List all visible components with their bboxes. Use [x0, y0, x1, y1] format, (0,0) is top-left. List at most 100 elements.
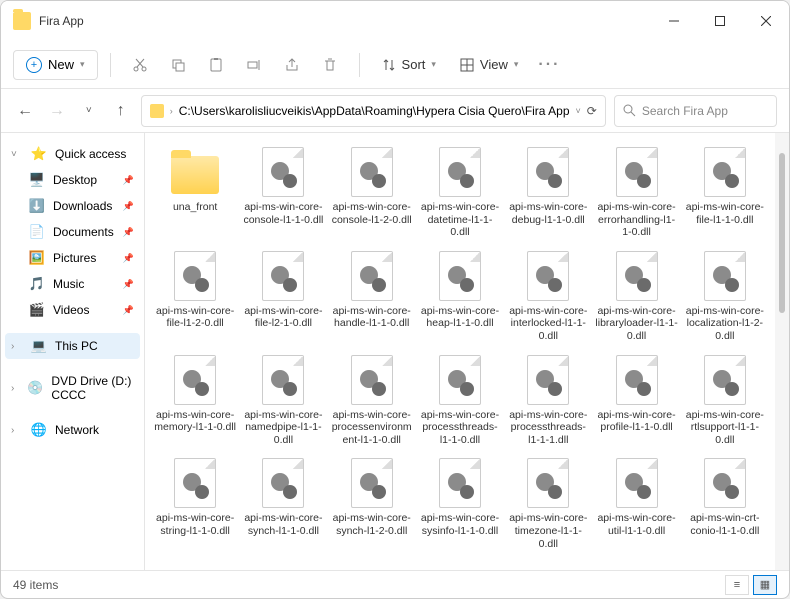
- file-item[interactable]: api-ms-win-core-rtlsupport-l1-1-0.dll: [683, 349, 767, 451]
- file-item[interactable]: api-ms-win-core-profile-l1-1-0.dll: [594, 349, 678, 451]
- sidebar-item-label: Network: [55, 423, 99, 437]
- sidebar-item-this-pc[interactable]: ›💻This PC: [5, 333, 140, 359]
- pin-icon: 📌: [123, 279, 134, 290]
- file-item[interactable]: api-ms-win-core-localization-l1-2-0.dll: [683, 245, 767, 347]
- file-item[interactable]: api-ms-win-core-processenvironment-l1-1-…: [330, 349, 414, 451]
- file-item[interactable]: api-ms-win-core-file-l1-2-0.dll: [153, 245, 237, 347]
- chevron-down-icon[interactable]: ˅: [576, 106, 581, 116]
- minimize-button[interactable]: [651, 1, 697, 41]
- content-wrap: una_frontapi-ms-win-core-console-l1-1-0.…: [145, 133, 789, 570]
- sidebar-item-dvd-drive-d-cccc[interactable]: ›💿DVD Drive (D:) CCCC: [5, 369, 140, 407]
- view-button[interactable]: View ▾: [450, 51, 528, 78]
- sidebar-item-music[interactable]: 🎵Music📌: [5, 271, 140, 297]
- sidebar-item-label: Documents: [53, 225, 114, 239]
- file-item[interactable]: api-ms-win-core-processthreads-l1-1-1.dl…: [506, 349, 590, 451]
- delete-button[interactable]: [313, 48, 347, 82]
- sort-button[interactable]: Sort ▾: [372, 51, 446, 78]
- up-button[interactable]: ↑: [109, 96, 133, 126]
- chevron-icon: ›: [11, 425, 23, 436]
- refresh-button[interactable]: ⟳: [587, 104, 597, 118]
- file-item[interactable]: api-ms-win-core-memory-l1-1-0.dll: [153, 349, 237, 451]
- explorer-window: Fira App + New ▾ Sort ▾ View ▾ ·: [0, 0, 790, 599]
- address-bar[interactable]: › C:\Users\karolisliucveikis\AppData\Roa…: [141, 95, 606, 127]
- sidebar-item-desktop[interactable]: 🖥️Desktop📌: [5, 167, 140, 193]
- chevron-down-icon: ▾: [431, 59, 436, 70]
- separator: [359, 53, 360, 77]
- file-item[interactable]: api-ms-win-core-libraryloader-l1-1-0.dll: [594, 245, 678, 347]
- file-item[interactable]: api-ms-win-core-debug-l1-1-0.dll: [506, 141, 590, 243]
- sidebar-item-pictures[interactable]: 🖼️Pictures📌: [5, 245, 140, 271]
- file-item[interactable]: api-ms-win-core-interlocked-l1-1-0.dll: [506, 245, 590, 347]
- rename-button[interactable]: [237, 48, 271, 82]
- file-item[interactable]: api-ms-win-core-console-l1-2-0.dll: [330, 141, 414, 243]
- file-name: api-ms-win-core-processenvironment-l1-1-…: [330, 409, 414, 447]
- sidebar-item-downloads[interactable]: ⬇️Downloads📌: [5, 193, 140, 219]
- file-item[interactable]: api-ms-win-core-synch-l1-1-0.dll: [241, 452, 325, 554]
- search-input[interactable]: Search Fira App: [614, 95, 777, 127]
- more-button[interactable]: ···: [532, 48, 566, 82]
- file-item[interactable]: api-ms-win-crt-conio-l1-1-0.dll: [683, 452, 767, 554]
- pin-icon: 📌: [123, 175, 134, 186]
- sidebar-item-network[interactable]: ›🌐Network: [5, 417, 140, 443]
- sidebar-item-label: This PC: [55, 339, 98, 353]
- file-item[interactable]: api-ms-win-core-string-l1-1-0.dll: [153, 452, 237, 554]
- pin-icon: 📌: [123, 305, 134, 316]
- file-item[interactable]: api-ms-win-core-heap-l1-1-0.dll: [418, 245, 502, 347]
- dll-file-icon: [351, 251, 393, 301]
- dll-file-icon: [527, 355, 569, 405]
- close-button[interactable]: [743, 1, 789, 41]
- file-name: api-ms-win-core-sysinfo-l1-1-0.dll: [418, 512, 502, 537]
- sidebar-item-documents[interactable]: 📄Documents📌: [5, 219, 140, 245]
- forward-button[interactable]: →: [45, 96, 69, 126]
- window-controls: [651, 1, 789, 41]
- dll-file-icon: [704, 458, 746, 508]
- file-name: api-ms-win-core-interlocked-l1-1-0.dll: [506, 305, 590, 343]
- file-item[interactable]: api-ms-win-core-util-l1-1-0.dll: [594, 452, 678, 554]
- dll-file-icon: [439, 147, 481, 197]
- file-name: api-ms-win-core-file-l1-1-0.dll: [683, 201, 767, 226]
- file-item[interactable]: api-ms-win-core-errorhandling-l1-1-0.dll: [594, 141, 678, 243]
- dll-file-icon: [616, 355, 658, 405]
- folder-titlebar-icon: [13, 12, 31, 30]
- file-item[interactable]: api-ms-win-core-namedpipe-l1-1-0.dll: [241, 349, 325, 451]
- sidebar-item-videos[interactable]: 🎬Videos📌: [5, 297, 140, 323]
- file-item[interactable]: api-ms-win-core-timezone-l1-1-0.dll: [506, 452, 590, 554]
- file-item[interactable]: api-ms-win-core-console-l1-1-0.dll: [241, 141, 325, 243]
- file-item[interactable]: api-ms-win-core-handle-l1-1-0.dll: [330, 245, 414, 347]
- address-path: C:\Users\karolisliucveikis\AppData\Roami…: [179, 104, 570, 118]
- file-item[interactable]: api-ms-win-core-sysinfo-l1-1-0.dll: [418, 452, 502, 554]
- scrollbar[interactable]: [775, 133, 789, 570]
- icons-view-toggle[interactable]: ▦: [753, 575, 777, 595]
- folder-item[interactable]: una_front: [153, 141, 237, 243]
- file-item[interactable]: api-ms-win-core-file-l2-1-0.dll: [241, 245, 325, 347]
- dll-file-icon: [262, 355, 304, 405]
- sidebar-item-label: Quick access: [55, 147, 126, 161]
- paste-button[interactable]: [199, 48, 233, 82]
- cut-button[interactable]: [123, 48, 157, 82]
- file-item[interactable]: api-ms-win-core-datetime-l1-1-0.dll: [418, 141, 502, 243]
- sidebar-item-quick-access[interactable]: ˅⭐Quick access: [5, 141, 140, 167]
- details-view-toggle[interactable]: ≡: [725, 575, 749, 595]
- file-name: api-ms-win-core-profile-l1-1-0.dll: [595, 409, 679, 434]
- separator: [110, 53, 111, 77]
- back-button[interactable]: ←: [13, 96, 37, 126]
- file-item[interactable]: api-ms-win-core-synch-l1-2-0.dll: [330, 452, 414, 554]
- recent-dropdown[interactable]: ˅: [77, 96, 101, 126]
- view-icon: [460, 58, 474, 72]
- copy-button[interactable]: [161, 48, 195, 82]
- file-item[interactable]: api-ms-win-core-file-l1-1-0.dll: [683, 141, 767, 243]
- dll-file-icon: [174, 355, 216, 405]
- file-item[interactable]: api-ms-win-core-processthreads-l1-1-0.dl…: [418, 349, 502, 451]
- dll-file-icon: [616, 251, 658, 301]
- new-button[interactable]: + New ▾: [13, 50, 98, 80]
- file-name: api-ms-win-core-memory-l1-1-0.dll: [153, 409, 237, 434]
- dll-file-icon: [262, 251, 304, 301]
- share-button[interactable]: [275, 48, 309, 82]
- scrollbar-thumb[interactable]: [779, 153, 785, 313]
- file-name: api-ms-win-core-errorhandling-l1-1-0.dll: [595, 201, 679, 239]
- file-grid[interactable]: una_frontapi-ms-win-core-console-l1-1-0.…: [145, 133, 775, 570]
- file-name: api-ms-win-core-localization-l1-2-0.dll: [683, 305, 767, 343]
- sidebar-icon: 📄: [29, 224, 45, 240]
- sidebar-icon: 💿: [27, 380, 43, 396]
- maximize-button[interactable]: [697, 1, 743, 41]
